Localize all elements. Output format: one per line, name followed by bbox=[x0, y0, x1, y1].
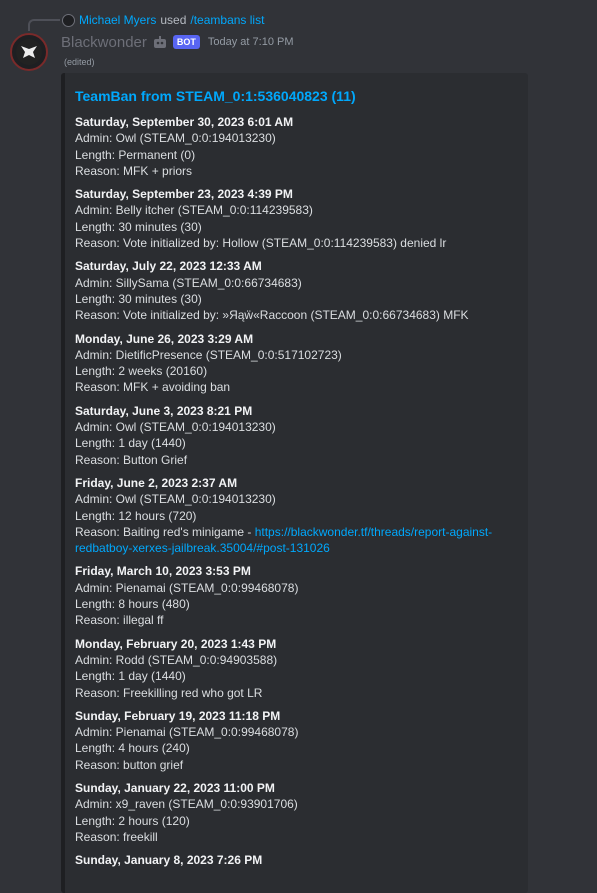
entry-length: Length: 12 hours (720) bbox=[75, 508, 197, 523]
entry-date: Saturday, September 30, 2023 6:01 AM bbox=[75, 115, 294, 129]
entry-reason: Reason: button grief bbox=[75, 757, 184, 772]
avatar[interactable] bbox=[10, 33, 48, 71]
entry-admin: Admin: SillySama (STEAM_0:0:66734683) bbox=[75, 275, 302, 290]
ban-entry: Friday, March 10, 2023 3:53 PM Admin: Pi… bbox=[75, 563, 518, 628]
edited-label: (edited) bbox=[64, 57, 95, 67]
entry-reason: Reason: Baiting red's minigame - https:/… bbox=[75, 524, 518, 540]
entry-admin: Admin: x9_raven (STEAM_0:0:93901706) bbox=[75, 797, 298, 812]
blackwonder-logo-icon bbox=[16, 39, 42, 65]
embed: TeamBan from STEAM_0:1:536040823 (11) Sa… bbox=[61, 73, 528, 893]
ban-entry: Friday, June 2, 2023 2:37 AM Admin: Owl … bbox=[75, 475, 518, 556]
ban-entry: Saturday, September 23, 2023 4:39 PM Adm… bbox=[75, 186, 518, 251]
entry-length: Length: 1 day (1440) bbox=[75, 436, 186, 451]
entry-length: Length: 1 day (1440) bbox=[75, 669, 186, 684]
entry-length: Length: 2 weeks (20160) bbox=[75, 364, 208, 379]
entry-reason: Reason: Vote initialized by: Hollow (STE… bbox=[75, 236, 447, 251]
entry-reason: Reason: freekill bbox=[75, 829, 158, 844]
entry-date: Saturday, June 3, 2023 8:21 PM bbox=[75, 403, 253, 418]
reply-reference[interactable]: Michael Myers used /teambans list bbox=[62, 12, 264, 28]
reply-username[interactable]: Michael Myers bbox=[79, 13, 156, 27]
entry-admin: Admin: DietificPresence (STEAM_0:0:51710… bbox=[75, 347, 342, 362]
entry-length: Length: 2 hours (120) bbox=[75, 813, 190, 828]
entry-admin: Admin: Pienamai (STEAM_0:0:99468078) bbox=[75, 725, 299, 740]
ban-entry: Saturday, July 22, 2023 12:33 AM Admin: … bbox=[75, 258, 518, 323]
ban-entry: Sunday, February 19, 2023 11:18 PM Admin… bbox=[75, 708, 518, 773]
entry-reason: Reason: Freekilling red who got LR bbox=[75, 685, 263, 700]
entry-date: Sunday, February 19, 2023 11:18 PM bbox=[75, 708, 281, 723]
ban-entry: Monday, February 20, 2023 1:43 PM Admin:… bbox=[75, 636, 518, 701]
reply-command[interactable]: /teambans list bbox=[190, 13, 264, 27]
entry-date: Sunday, January 8, 2023 7:26 PM bbox=[75, 853, 263, 868]
ban-entry: Monday, June 26, 2023 3:29 AM Admin: Die… bbox=[75, 331, 518, 396]
ban-entry: Sunday, January 8, 2023 7:26 PM bbox=[75, 852, 518, 868]
entry-length: Length: Permanent (0) bbox=[75, 147, 196, 162]
reply-connector bbox=[28, 19, 60, 31]
reply-avatar[interactable] bbox=[62, 13, 75, 27]
entry-admin: Admin: Owl (STEAM_0:0:194013230) bbox=[75, 131, 276, 146]
entry-date: Monday, February 20, 2023 1:43 PM bbox=[75, 636, 277, 651]
entry-reason: Reason: MFK + avoiding ban bbox=[75, 380, 231, 395]
reply-used-text: used bbox=[160, 13, 187, 27]
entry-admin: Admin: Pienamai (STEAM_0:0:99468078) bbox=[75, 580, 299, 595]
entry-date: Friday, June 2, 2023 2:37 AM bbox=[75, 475, 238, 490]
entry-reason: Reason: Vote initialized by: »Яąẅ«Raccoo… bbox=[75, 308, 469, 323]
entry-reason: Reason: Button Grief bbox=[75, 452, 188, 467]
entry-date: Monday, June 26, 2023 3:29 AM bbox=[75, 331, 254, 346]
message-header: Blackwonder BOT Today at 7:10 PM bbox=[61, 33, 294, 51]
entry-admin: Admin: Belly itcher (STEAM_0:0:114239583… bbox=[75, 203, 313, 218]
entry-reason-text: Reason: Baiting red's minigame - bbox=[75, 524, 255, 539]
robot-icon bbox=[153, 36, 166, 48]
embed-title[interactable]: TeamBan from STEAM_0:1:536040823 (11) bbox=[75, 88, 518, 104]
username[interactable]: Blackwonder bbox=[61, 34, 147, 51]
entry-date: Saturday, July 22, 2023 12:33 AM bbox=[75, 259, 262, 274]
entry-date: Saturday, September 23, 2023 4:39 PM bbox=[75, 187, 293, 202]
entry-length: Length: 8 hours (480) bbox=[75, 597, 190, 612]
entry-length: Length: 4 hours (240) bbox=[75, 741, 190, 756]
entry-length: Length: 30 minutes (30) bbox=[75, 219, 202, 234]
ban-entry: Saturday, September 30, 2023 6:01 AM Adm… bbox=[75, 114, 518, 179]
ban-entry: Saturday, June 3, 2023 8:21 PM Admin: Ow… bbox=[75, 403, 518, 468]
entry-admin: Admin: Owl (STEAM_0:0:194013230) bbox=[75, 492, 276, 507]
thread-link-continued[interactable]: redbatboy-xerxes-jailbreak.35004/#post-1… bbox=[75, 541, 330, 555]
entry-reason: Reason: illegal ff bbox=[75, 613, 164, 628]
entry-admin: Admin: Owl (STEAM_0:0:194013230) bbox=[75, 420, 276, 435]
message-timestamp[interactable]: Today at 7:10 PM bbox=[208, 36, 294, 48]
thread-link[interactable]: https://blackwonder.tf/threads/report-ag… bbox=[255, 525, 492, 539]
ban-entry: Sunday, January 22, 2023 11:00 PM Admin:… bbox=[75, 780, 518, 845]
entry-date: Sunday, January 22, 2023 11:00 PM bbox=[75, 780, 275, 795]
entry-reason-continued: redbatboy-xerxes-jailbreak.35004/#post-1… bbox=[75, 540, 518, 556]
bot-tag: BOT bbox=[172, 35, 200, 49]
entry-date: Friday, March 10, 2023 3:53 PM bbox=[75, 564, 251, 579]
entry-admin: Admin: Rodd (STEAM_0:0:94903588) bbox=[75, 652, 278, 667]
entry-length: Length: 30 minutes (30) bbox=[75, 291, 202, 306]
entry-reason: Reason: MFK + priors bbox=[75, 163, 193, 178]
